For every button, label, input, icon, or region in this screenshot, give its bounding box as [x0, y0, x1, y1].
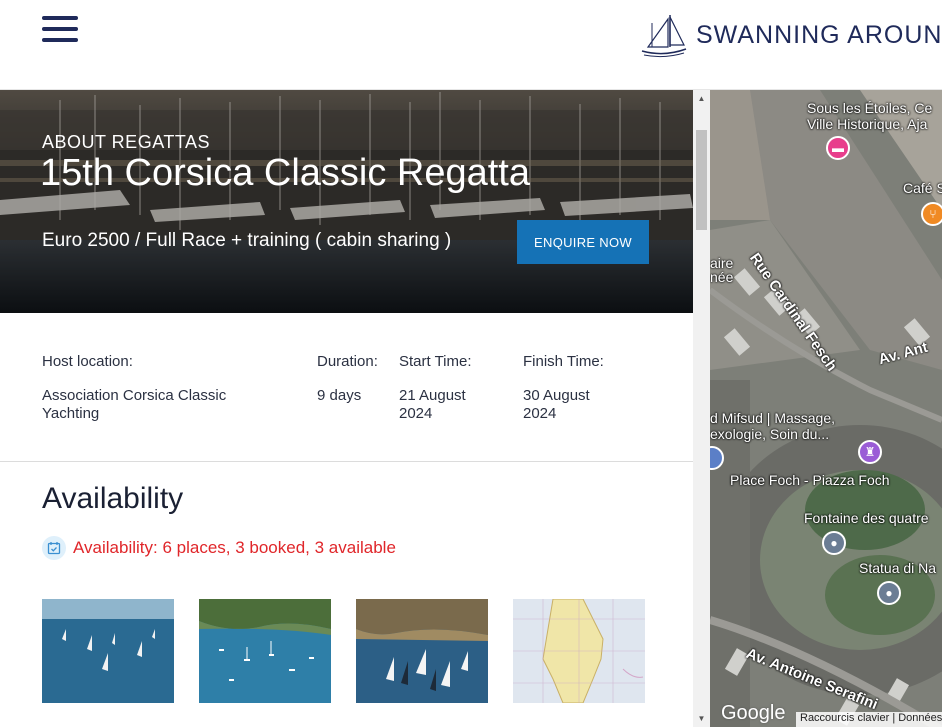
- start-time-value: 21 August 2024: [399, 387, 466, 422]
- monument-pin-icon[interactable]: ♜: [858, 440, 882, 464]
- map-label-hotel: Sous les Étoiles, Ce Ville Historique, A…: [807, 100, 933, 132]
- finish-time-label: Finish Time:: [523, 353, 604, 370]
- gallery: [42, 599, 670, 703]
- event-content: ABOUT REGATTAS 15th Corsica Classic Rega…: [0, 90, 693, 727]
- content-scrollbar[interactable]: ▲ ▼: [693, 90, 710, 727]
- brand-logo-link[interactable]: SWANNING AROUND: [640, 10, 942, 60]
- map-label-massage: d Mifsud | Massage, exologie, Soin du...: [710, 410, 836, 442]
- statue-pin-icon[interactable]: ●: [877, 581, 901, 605]
- host-location-value: Association Corsica Classic Yachting: [42, 387, 227, 422]
- availability-text: Availability: 6 places, 3 booked, 3 avai…: [73, 538, 396, 557]
- gallery-image-anchored-bay[interactable]: [199, 599, 331, 703]
- fountain-pin-icon[interactable]: ●: [822, 531, 846, 555]
- gallery-image-open-sea[interactable]: [42, 599, 174, 703]
- map-label-place-foch: Place Foch - Piazza Foch: [730, 472, 890, 488]
- finish-time-value: 30 August 2024: [523, 387, 590, 422]
- availability-heading: Availability: [42, 482, 184, 515]
- scroll-down-arrow-icon[interactable]: ▼: [693, 710, 710, 727]
- host-location: Host location: Association Corsica Class…: [42, 353, 282, 423]
- duration-value: 9 days: [317, 387, 362, 404]
- hero-banner: ABOUT REGATTAS 15th Corsica Classic Rega…: [0, 90, 693, 313]
- host-location-label: Host location:: [42, 353, 133, 370]
- site-header: SWANNING AROUND: [0, 0, 942, 90]
- duration: Duration: 9 days: [317, 353, 397, 405]
- map-data-link[interactable]: Données: [898, 712, 942, 724]
- brand-name: SWANNING AROUND: [696, 20, 942, 49]
- calendar-check-icon: [42, 536, 66, 560]
- marina-photo: [0, 90, 693, 313]
- map-label-fountain: Fontaine des quatre: [804, 510, 929, 526]
- duration-label: Duration:: [317, 353, 378, 370]
- keyboard-shortcuts-link[interactable]: Raccourcis clavier: [800, 712, 889, 724]
- event-price: Euro 2500 / Full Race + training ( cabin…: [42, 230, 452, 251]
- scroll-up-arrow-icon[interactable]: ▲: [693, 90, 710, 107]
- map-label-left-1: aire: [710, 255, 734, 271]
- map-attribution: Raccourcis clavier | Données: [796, 712, 942, 727]
- gallery-image-nautical-map[interactable]: [513, 599, 645, 703]
- enquire-now-button[interactable]: ENQUIRE NOW: [517, 220, 649, 264]
- scrollbar-thumb[interactable]: [696, 130, 707, 230]
- restaurant-pin-icon[interactable]: ⑂: [921, 202, 942, 226]
- start-time: Start Time: 21 August 2024: [399, 353, 489, 423]
- availability-status: Availability: 6 places, 3 booked, 3 avai…: [42, 536, 396, 560]
- map-label-cafe: Café S: [903, 180, 942, 196]
- hamburger-menu-icon[interactable]: [42, 16, 78, 46]
- location-map[interactable]: Sous les Étoiles, Ce Ville Historique, A…: [710, 90, 942, 727]
- sailboat-logo-icon: [641, 15, 687, 58]
- finish-time: Finish Time: 30 August 2024: [523, 353, 623, 423]
- start-time-label: Start Time:: [399, 353, 472, 370]
- event-details: Host location: Association Corsica Class…: [0, 313, 693, 462]
- map-label-left-2: née: [710, 269, 734, 285]
- google-logo: Google: [721, 702, 786, 724]
- hero-eyebrow: ABOUT REGATTAS: [42, 132, 211, 152]
- hotel-pin-icon[interactable]: ▬: [826, 136, 850, 160]
- event-title: 15th Corsica Classic Regatta: [40, 152, 530, 194]
- map-label-statue: Statua di Na: [859, 560, 937, 576]
- gallery-image-regatta-sails[interactable]: [356, 599, 488, 703]
